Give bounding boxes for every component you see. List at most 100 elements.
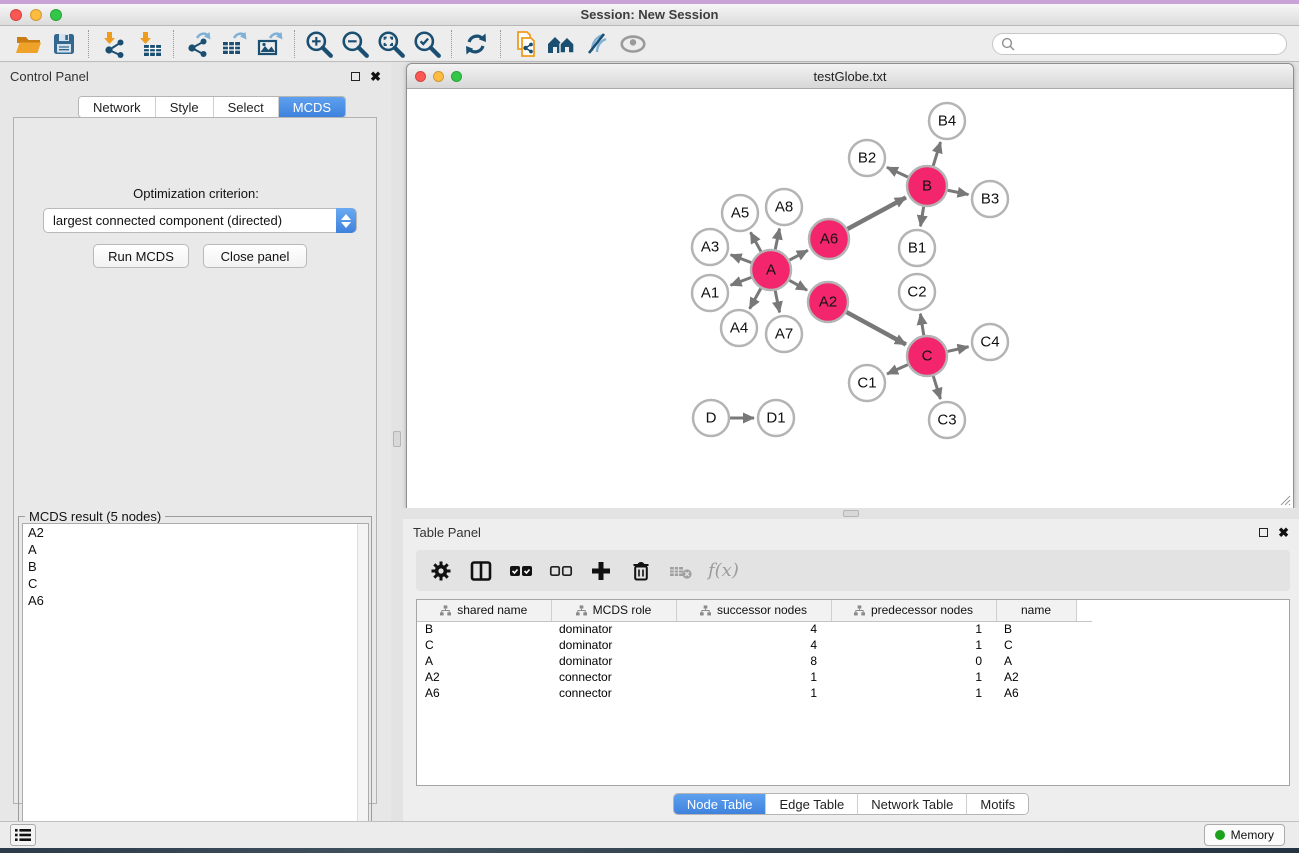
- cell-shared-name[interactable]: A2: [417, 669, 551, 685]
- float-panel-icon[interactable]: [1259, 528, 1268, 537]
- edge-A-A1[interactable]: [731, 277, 752, 285]
- tab-mcds[interactable]: MCDS: [279, 97, 345, 117]
- column-header-shared-name[interactable]: shared name: [417, 600, 551, 621]
- show-columns-icon[interactable]: [468, 558, 494, 584]
- edge-A-A3[interactable]: [731, 255, 752, 263]
- cell-name[interactable]: C: [996, 637, 1076, 653]
- table-row[interactable]: A2connector11A2: [417, 669, 1092, 685]
- close-panel-icon[interactable]: ✖: [1278, 528, 1289, 537]
- zoom-selected-icon[interactable]: [409, 28, 445, 60]
- table-options-gear-icon[interactable]: [428, 558, 454, 584]
- criterion-select[interactable]: largest connected component (directed): [43, 208, 357, 233]
- network-window-titlebar[interactable]: testGlobe.txt: [407, 64, 1293, 89]
- edge-C-C4[interactable]: [947, 347, 968, 352]
- table-row[interactable]: A6connector11A6: [417, 685, 1092, 701]
- edge-A-A5[interactable]: [751, 232, 761, 251]
- first-neighbors-icon[interactable]: [543, 28, 579, 60]
- save-session-icon[interactable]: [46, 28, 82, 60]
- import-network-icon[interactable]: [95, 28, 131, 60]
- search-input[interactable]: [1015, 37, 1286, 51]
- table-row[interactable]: Cdominator41C: [417, 637, 1092, 653]
- birds-eye-view-icon[interactable]: [615, 28, 651, 60]
- mcds-result-list[interactable]: A2ABCA6: [22, 523, 369, 853]
- run-mcds-button[interactable]: Run MCDS: [93, 244, 189, 268]
- export-image-icon[interactable]: [252, 28, 288, 60]
- delete-table-icon[interactable]: [668, 558, 694, 584]
- tab-network-table[interactable]: Network Table: [858, 794, 967, 814]
- tab-edge-table[interactable]: Edge Table: [766, 794, 858, 814]
- cell-predecessor-nodes[interactable]: 0: [831, 653, 996, 669]
- tab-select[interactable]: Select: [214, 97, 279, 117]
- column-header-predecessor-nodes[interactable]: predecessor nodes: [831, 600, 996, 621]
- function-builder-icon[interactable]: f(x): [708, 560, 739, 581]
- result-item[interactable]: A: [23, 541, 368, 558]
- cell-successor-nodes[interactable]: 4: [676, 621, 831, 637]
- cell-name[interactable]: A2: [996, 669, 1076, 685]
- edge-A6-B[interactable]: [847, 197, 905, 229]
- import-table-icon[interactable]: [131, 28, 167, 60]
- edge-A-A6[interactable]: [790, 250, 808, 260]
- column-header-successor-nodes[interactable]: successor nodes: [676, 600, 831, 621]
- open-file-icon[interactable]: [10, 28, 46, 60]
- edge-B-B2[interactable]: [887, 167, 908, 177]
- table-row[interactable]: Bdominator41B: [417, 621, 1092, 637]
- cell-MCDS-role[interactable]: connector: [551, 685, 676, 701]
- task-history-button[interactable]: [10, 824, 36, 846]
- edge-B-B4[interactable]: [933, 142, 940, 166]
- result-item[interactable]: C: [23, 575, 368, 592]
- cell-shared-name[interactable]: C: [417, 637, 551, 653]
- result-item[interactable]: A6: [23, 592, 368, 609]
- resize-grip-icon[interactable]: [1279, 494, 1291, 506]
- result-item[interactable]: B: [23, 558, 368, 575]
- search-box[interactable]: [992, 33, 1287, 55]
- cell-predecessor-nodes[interactable]: 1: [831, 637, 996, 653]
- apply-layout-icon[interactable]: [458, 28, 494, 60]
- cell-predecessor-nodes[interactable]: 1: [831, 669, 996, 685]
- edge-C-C2[interactable]: [920, 314, 923, 336]
- export-network-icon[interactable]: [180, 28, 216, 60]
- cell-name[interactable]: B: [996, 621, 1076, 637]
- cell-predecessor-nodes[interactable]: 1: [831, 685, 996, 701]
- cell-predecessor-nodes[interactable]: 1: [831, 621, 996, 637]
- cell-MCDS-role[interactable]: dominator: [551, 637, 676, 653]
- network-canvas[interactable]: B4B2BB3A8A5A6B1A3AC2A1A2A4A7C4CC1C3DD1: [407, 89, 1293, 508]
- edge-B-B1[interactable]: [921, 207, 924, 227]
- edge-C-C1[interactable]: [887, 365, 908, 374]
- tab-node-table[interactable]: Node Table: [674, 794, 767, 814]
- horizontal-splitter[interactable]: [403, 508, 1299, 519]
- cell-shared-name[interactable]: B: [417, 621, 551, 637]
- memory-button[interactable]: Memory: [1204, 824, 1285, 846]
- cell-MCDS-role[interactable]: dominator: [551, 653, 676, 669]
- hide-graphics-details-icon[interactable]: [579, 28, 615, 60]
- result-scrollbar[interactable]: [357, 524, 368, 853]
- attribute-table[interactable]: shared nameMCDS rolesuccessor nodesprede…: [417, 600, 1092, 701]
- table-row[interactable]: Adominator80A: [417, 653, 1092, 669]
- result-item[interactable]: A2: [23, 524, 368, 541]
- splitter-handle[interactable]: [843, 510, 859, 517]
- edge-A-A4[interactable]: [750, 288, 761, 308]
- edge-A-A8[interactable]: [775, 229, 779, 250]
- select-all-columns-icon[interactable]: [508, 558, 534, 584]
- add-column-icon[interactable]: [588, 558, 614, 584]
- tab-network[interactable]: Network: [79, 97, 156, 117]
- close-panel-button[interactable]: Close panel: [203, 244, 307, 268]
- network-graph[interactable]: B4B2BB3A8A5A6B1A3AC2A1A2A4A7C4CC1C3DD1: [407, 89, 1293, 508]
- edge-A2-C[interactable]: [846, 312, 905, 344]
- cell-successor-nodes[interactable]: 1: [676, 669, 831, 685]
- column-header-MCDS-role[interactable]: MCDS role: [551, 600, 676, 621]
- export-table-icon[interactable]: [216, 28, 252, 60]
- unselect-all-columns-icon[interactable]: [548, 558, 574, 584]
- zoom-out-icon[interactable]: [337, 28, 373, 60]
- float-panel-icon[interactable]: [351, 72, 360, 81]
- cell-successor-nodes[interactable]: 4: [676, 637, 831, 653]
- column-header-name[interactable]: name: [996, 600, 1076, 621]
- cell-MCDS-role[interactable]: connector: [551, 669, 676, 685]
- zoom-in-icon[interactable]: [301, 28, 337, 60]
- edge-B-B3[interactable]: [948, 190, 969, 194]
- edge-C-C3[interactable]: [933, 376, 940, 399]
- edge-A-A7[interactable]: [775, 291, 779, 313]
- cell-shared-name[interactable]: A: [417, 653, 551, 669]
- edge-A-A2[interactable]: [789, 280, 807, 290]
- node-table[interactable]: shared nameMCDS rolesuccessor nodesprede…: [416, 599, 1290, 786]
- cell-successor-nodes[interactable]: 8: [676, 653, 831, 669]
